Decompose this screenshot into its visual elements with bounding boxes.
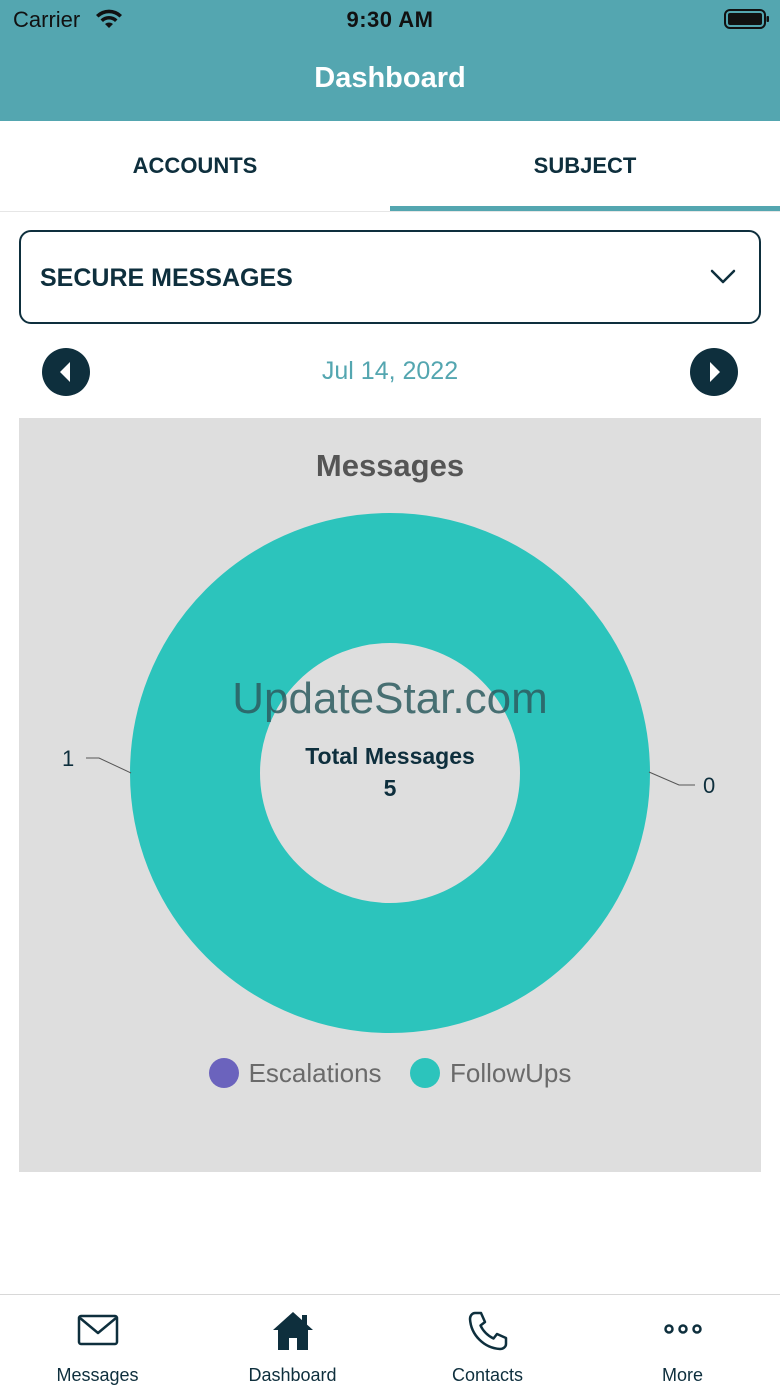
messages-chart: Messages UpdateStar.com Total Messages 5…: [19, 418, 761, 1172]
more-dots-icon: [664, 1324, 702, 1334]
chart-legend: Escalations FollowUps: [19, 1058, 761, 1089]
legend-item-followups[interactable]: FollowUps: [410, 1058, 571, 1089]
page-title: Dashboard: [314, 62, 466, 94]
legend-item-escalations[interactable]: Escalations: [208, 1058, 382, 1089]
message-type-dropdown[interactable]: SECURE MESSAGES: [19, 230, 761, 324]
caret-right-icon: [710, 362, 720, 382]
watermark-text: UpdateStar.com: [232, 674, 548, 723]
total-messages-label: Total Messages: [305, 743, 475, 769]
battery-icon: [724, 9, 769, 29]
total-messages-value: 5: [383, 775, 397, 801]
legend-dot-followups: [410, 1058, 441, 1088]
bottom-tab-label: Messages: [56, 1365, 139, 1385]
tab-accounts[interactable]: ACCOUNTS: [0, 121, 390, 212]
bottom-tab-label: More: [661, 1365, 703, 1385]
envelope-icon: [77, 1314, 119, 1346]
current-date: Jul 14, 2022: [321, 357, 459, 385]
next-date-button[interactable]: [690, 348, 738, 396]
status-bar: Carrier 9:30 AM: [0, 0, 780, 40]
legend-dot-escalations: [208, 1058, 239, 1088]
slice-label-followups: 1: [62, 746, 75, 771]
app-header: Carrier 9:30 AM Dashboard: [0, 0, 780, 121]
chevron-down-icon: [710, 269, 736, 284]
donut-center-label: Total Messages 5: [19, 740, 761, 804]
status-time: 9:30 AM: [346, 7, 434, 32]
phone-icon: [468, 1311, 508, 1351]
legend-label-escalations: Escalations: [248, 1058, 382, 1088]
tab-subject[interactable]: SUBJECT: [390, 121, 780, 212]
tab-selected-indicator: [390, 206, 780, 211]
bottom-tab-label: Contacts: [451, 1365, 524, 1385]
bottom-tab-messages[interactable]: Messages: [0, 1295, 195, 1387]
slice-label-escalations: 0: [703, 773, 716, 798]
bottom-tab-more[interactable]: More: [585, 1295, 780, 1387]
legend-label-followups: FollowUps: [450, 1058, 572, 1088]
home-icon: [273, 1312, 313, 1350]
bottom-tab-label: Dashboard: [248, 1365, 337, 1385]
bottom-tab-bar: Messages Dashboard Contacts More: [0, 1294, 780, 1387]
bottom-tab-dashboard[interactable]: Dashboard: [195, 1295, 390, 1387]
dropdown-selected-value: SECURE MESSAGES: [40, 264, 293, 292]
tab-bar: ACCOUNTS SUBJECT: [0, 121, 780, 212]
bottom-tab-contacts[interactable]: Contacts: [390, 1295, 585, 1387]
